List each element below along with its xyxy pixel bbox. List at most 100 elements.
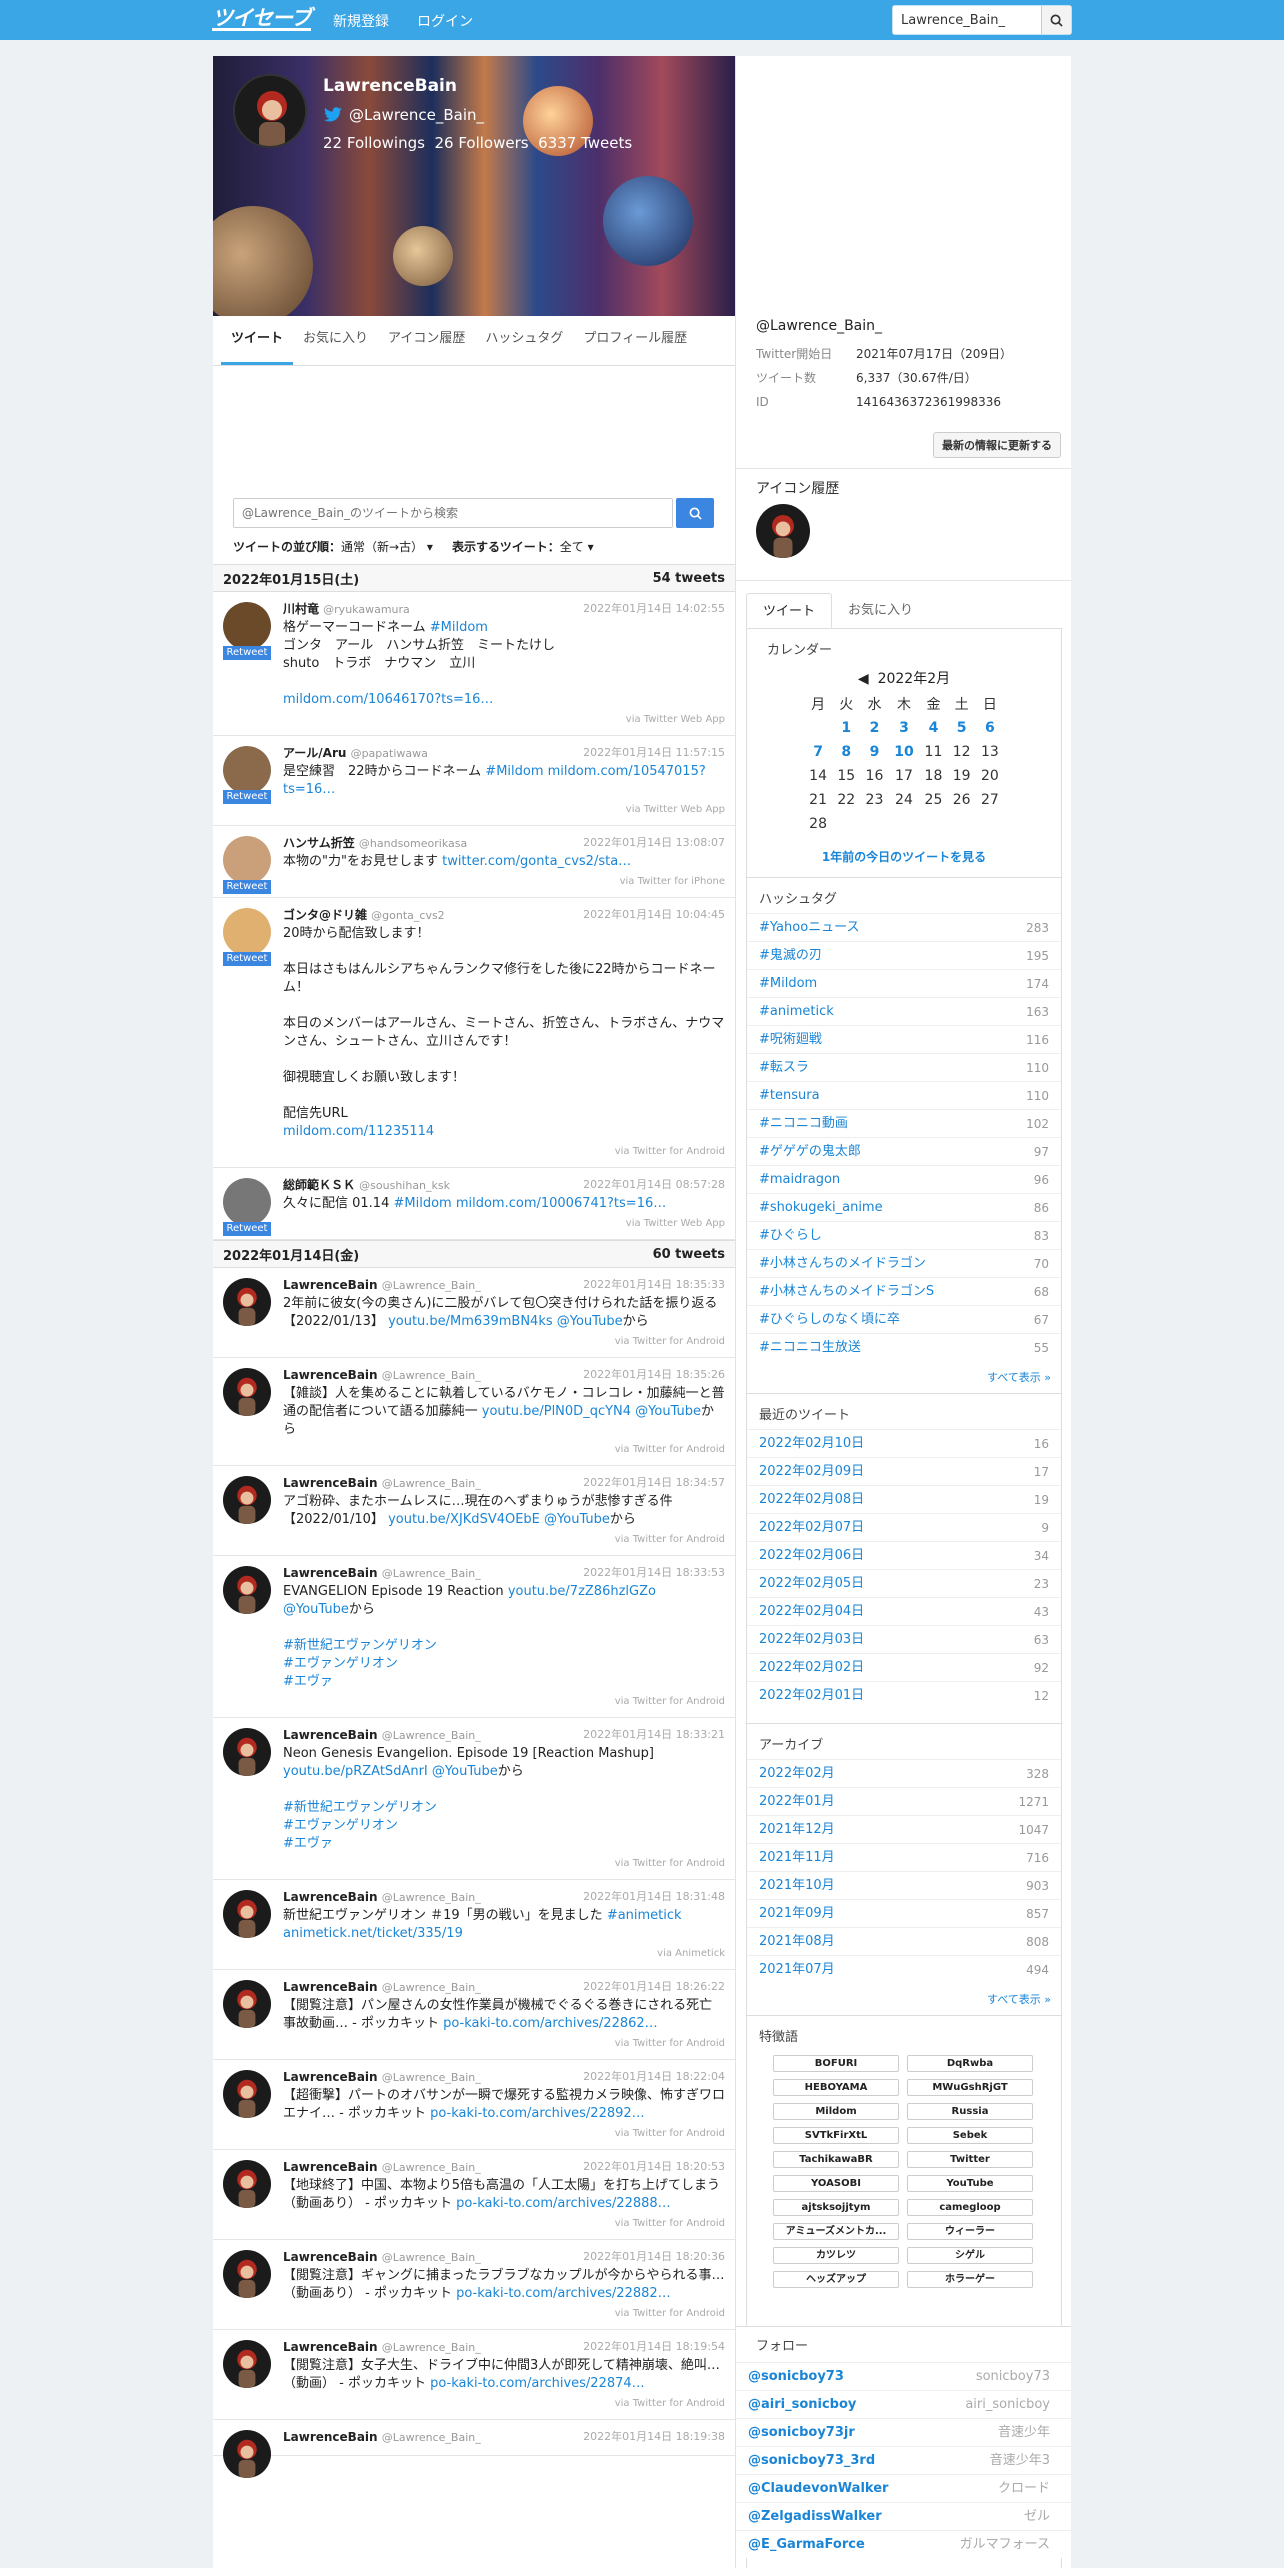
- sort-dropdown[interactable]: 通常（新→古）: [341, 540, 423, 554]
- recent-day-row[interactable]: 2022年02月10日 16: [747, 1429, 1061, 1457]
- followers-count[interactable]: 26 Followers: [434, 134, 528, 152]
- feature-word-chip[interactable]: DqRwba: [907, 2055, 1033, 2072]
- calendar-prev-icon[interactable]: ◀: [858, 671, 869, 687]
- tweet-author-name[interactable]: 総師範ＫＳＫ: [283, 1178, 355, 1192]
- tweet-author-name[interactable]: ゴンタ@ドリ雑: [283, 908, 367, 922]
- tweet-timestamp[interactable]: 2022年01月14日 18:20:36: [583, 2248, 725, 2266]
- feature-word-chip[interactable]: YouTube: [907, 2175, 1033, 2192]
- hashtag-row[interactable]: #ニコニコ動画 102: [747, 1109, 1061, 1137]
- tweet-author-handle[interactable]: @Lawrence_Bain_: [382, 2431, 481, 2444]
- recent-day-row[interactable]: 2022年02月01日 12: [747, 1681, 1061, 1709]
- feature-word-chip[interactable]: ウィーラー: [907, 2223, 1033, 2240]
- hashtag-label[interactable]: #ニコニコ動画: [759, 1110, 848, 1137]
- archive-month-row[interactable]: 2022年01月 1271: [747, 1787, 1061, 1815]
- tweet-avatar[interactable]: [223, 1566, 271, 1614]
- feature-word-chip[interactable]: SVTkFirXtL: [773, 2127, 899, 2144]
- archive-month-row[interactable]: 2021年07月 494: [747, 1955, 1061, 1983]
- tweet-avatar[interactable]: [223, 1278, 271, 1326]
- follow-row[interactable]: @ClaudevonWalker クロード: [736, 2474, 1071, 2502]
- site-logo[interactable]: ツイセーブ: [212, 8, 312, 31]
- tweet-avatar[interactable]: [223, 2430, 271, 2478]
- recent-day-label[interactable]: 2022年02月01日: [759, 1682, 864, 1709]
- archive-month-row[interactable]: 2021年10月 903: [747, 1871, 1061, 1899]
- hashtag-label[interactable]: #Mildom: [759, 970, 817, 997]
- tweet-author-handle[interactable]: @Lawrence_Bain_: [382, 2251, 481, 2264]
- feature-word-chip[interactable]: カツレツ: [773, 2247, 899, 2264]
- archive-month-label[interactable]: 2021年09月: [759, 1900, 835, 1927]
- follow-row[interactable]: @E_GarmaForce ガルマフォース: [736, 2530, 1071, 2558]
- recent-day-label[interactable]: 2022年02月07日: [759, 1514, 864, 1541]
- recent-day-row[interactable]: 2022年02月03日 63: [747, 1625, 1061, 1653]
- tweet-timestamp[interactable]: 2022年01月14日 10:04:45: [583, 906, 725, 924]
- feature-word-chip[interactable]: Russia: [907, 2103, 1033, 2120]
- follow-handle[interactable]: @ClaudevonWalker: [748, 2475, 888, 2502]
- hashtags-show-all[interactable]: すべて表示 »: [747, 1361, 1061, 1393]
- tab-favorites[interactable]: お気に入り: [293, 316, 378, 365]
- tweet-author-handle[interactable]: @Lawrence_Bain_: [382, 1981, 481, 1994]
- tweet-author-name[interactable]: LawrenceBain: [283, 2160, 378, 2174]
- tweet-author-handle[interactable]: @handsomeorikasa: [359, 837, 467, 850]
- tweet-avatar[interactable]: [223, 1980, 271, 2028]
- tweet-timestamp[interactable]: 2022年01月14日 18:35:26: [583, 1366, 725, 1384]
- tweet-avatar[interactable]: [223, 602, 271, 650]
- recent-day-row[interactable]: 2022年02月05日 23: [747, 1569, 1061, 1597]
- tweet-author-name[interactable]: LawrenceBain: [283, 2070, 378, 2084]
- hashtag-row[interactable]: #tensura 110: [747, 1081, 1061, 1109]
- recent-day-label[interactable]: 2022年02月10日: [759, 1430, 864, 1457]
- follow-row[interactable]: @sonicboy73_3rd 音速少年3: [736, 2446, 1071, 2474]
- follow-handle[interactable]: @E_GarmaForce: [748, 2531, 865, 2558]
- hashtag-label[interactable]: #鬼滅の刃: [759, 942, 822, 969]
- recent-day-row[interactable]: 2022年02月02日 92: [747, 1653, 1061, 1681]
- header-search-button[interactable]: [1041, 6, 1071, 34]
- hashtag-label[interactable]: #ひぐらしのなく頃に卒: [759, 1306, 900, 1333]
- tweet-avatar[interactable]: [223, 836, 271, 884]
- tweet-timestamp[interactable]: 2022年01月14日 13:08:07: [583, 834, 725, 852]
- hashtag-label[interactable]: #ゲゲゲの鬼太郎: [759, 1138, 861, 1165]
- archive-month-label[interactable]: 2022年02月: [759, 1760, 835, 1787]
- feature-word-chip[interactable]: Sebek: [907, 2127, 1033, 2144]
- tweet-avatar[interactable]: [223, 1368, 271, 1416]
- archive-month-row[interactable]: 2021年08月 808: [747, 1927, 1061, 1955]
- follow-handle[interactable]: @sonicboy73jr: [748, 2419, 855, 2446]
- login-link[interactable]: ログイン: [417, 11, 473, 31]
- recent-day-label[interactable]: 2022年02月06日: [759, 1542, 864, 1569]
- tweet-author-handle[interactable]: @Lawrence_Bain_: [382, 1567, 481, 1580]
- calendar-day[interactable]: 10: [889, 740, 920, 764]
- calendar-day[interactable]: 7: [804, 740, 832, 764]
- calendar-day[interactable]: 1: [832, 716, 860, 740]
- recent-day-label[interactable]: 2022年02月02日: [759, 1654, 864, 1681]
- tab-hashtags[interactable]: ハッシュタグ: [475, 316, 573, 365]
- tweet-author-handle[interactable]: @soushihan_ksk: [359, 1179, 450, 1192]
- tweet-avatar[interactable]: [223, 2070, 271, 2118]
- archive-month-label[interactable]: 2021年08月: [759, 1928, 835, 1955]
- profile-avatar[interactable]: [233, 74, 307, 148]
- year-ago-link[interactable]: 1年前の今日のツイートを見る: [747, 848, 1061, 865]
- tweet-avatar[interactable]: [223, 1476, 271, 1524]
- feature-word-chip[interactable]: ホラーゲー: [907, 2271, 1033, 2288]
- hashtag-label[interactable]: #ひぐらし: [759, 1222, 822, 1249]
- archive-month-row[interactable]: 2021年11月 716: [747, 1843, 1061, 1871]
- follow-handle[interactable]: @ZelgadissWalker: [748, 2503, 882, 2530]
- follow-row[interactable]: @sonicboy73 sonicboy73: [736, 2362, 1071, 2390]
- feature-word-chip[interactable]: Twitter: [907, 2151, 1033, 2168]
- calendar-day[interactable]: 4: [919, 716, 947, 740]
- tweet-author-handle[interactable]: @Lawrence_Bain_: [382, 1279, 481, 1292]
- recent-day-row[interactable]: 2022年02月04日 43: [747, 1597, 1061, 1625]
- icon-history-avatar[interactable]: [756, 504, 810, 558]
- hashtag-label[interactable]: #Yahooニュース: [759, 914, 860, 941]
- tweet-timestamp[interactable]: 2022年01月14日 18:35:33: [583, 1276, 725, 1294]
- tweet-timestamp[interactable]: 2022年01月14日 18:26:22: [583, 1978, 725, 1996]
- tweet-avatar[interactable]: [223, 2340, 271, 2388]
- tweet-author-name[interactable]: LawrenceBain: [283, 2250, 378, 2264]
- calendar-day[interactable]: 2: [860, 716, 888, 740]
- hashtag-label[interactable]: #animetick: [759, 998, 834, 1025]
- tweet-author-name[interactable]: LawrenceBain: [283, 1368, 378, 1382]
- calendar-day[interactable]: 9: [860, 740, 888, 764]
- archive-month-label[interactable]: 2021年12月: [759, 1816, 835, 1843]
- recent-day-label[interactable]: 2022年02月05日: [759, 1570, 864, 1597]
- tweet-author-handle[interactable]: @Lawrence_Bain_: [382, 1477, 481, 1490]
- tweet-timestamp[interactable]: 2022年01月14日 11:57:15: [583, 744, 725, 762]
- hashtag-row[interactable]: #ひぐらしのなく頃に卒 67: [747, 1305, 1061, 1333]
- tweet-timestamp[interactable]: 2022年01月14日 18:22:04: [583, 2068, 725, 2086]
- tweet-search-input[interactable]: [234, 499, 672, 527]
